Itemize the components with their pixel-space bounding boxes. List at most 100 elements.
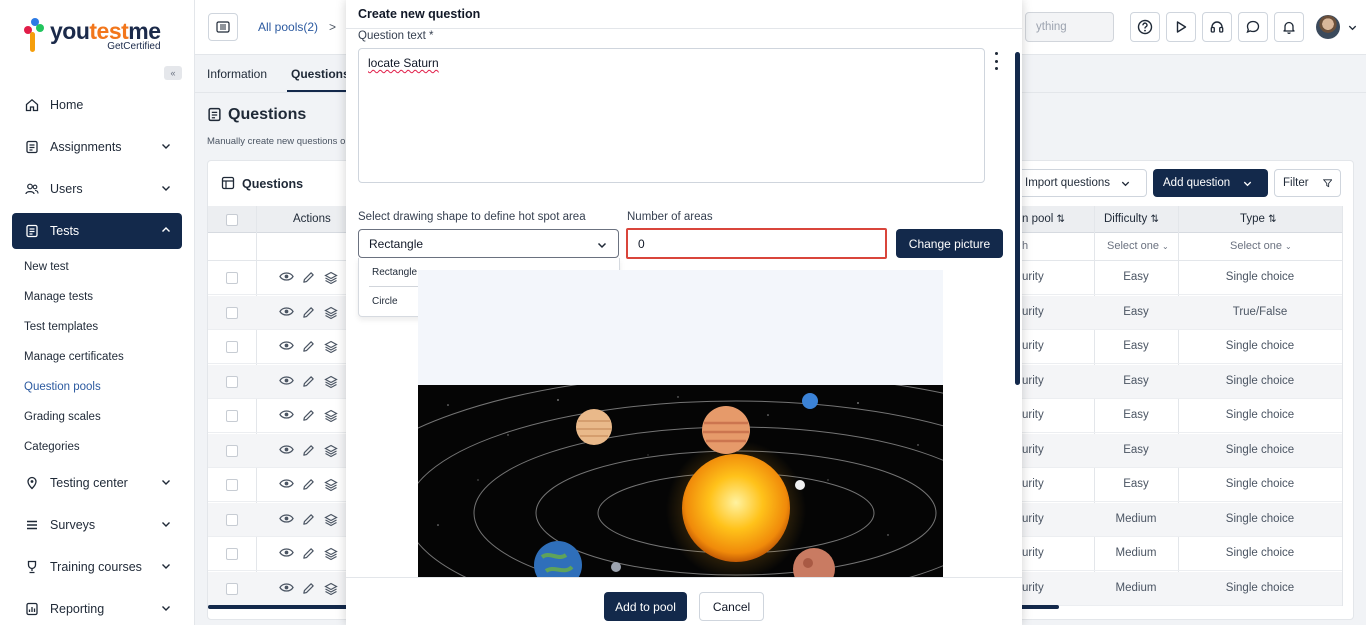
add-question-button[interactable]: Add question	[1153, 169, 1268, 197]
reporting-icon	[24, 601, 40, 617]
breadcrumb-all-pools[interactable]: All pools(2)	[258, 20, 318, 34]
avatar[interactable]	[1316, 15, 1340, 39]
pencil-icon[interactable]	[302, 478, 315, 494]
sidebar-item-surveys[interactable]: Surveys	[12, 507, 182, 543]
row-checkbox[interactable]	[226, 444, 238, 457]
row-checkbox[interactable]	[226, 341, 238, 353]
sidebar-item-training-courses[interactable]: Training courses	[12, 549, 182, 585]
pencil-icon[interactable]	[302, 409, 315, 425]
eye-icon[interactable]	[279, 375, 294, 389]
brand-logo[interactable]: youtestme GetCertified	[24, 18, 161, 58]
change-picture-button[interactable]: Change picture	[896, 229, 1003, 258]
row-checkbox[interactable]	[226, 272, 238, 284]
column-header-difficulty[interactable]: Difficulty ⇅	[1104, 213, 1159, 225]
chevron-down-icon	[162, 144, 170, 149]
layers-icon[interactable]	[324, 271, 338, 288]
bell-icon[interactable]	[1274, 12, 1304, 42]
layers-icon[interactable]	[324, 478, 338, 495]
row-checkbox[interactable]	[226, 479, 238, 491]
shape-option-rectangle[interactable]: Rectangle	[372, 267, 417, 278]
cell-difficulty: Easy	[1123, 409, 1149, 421]
layers-icon[interactable]	[324, 513, 338, 530]
sidebar-item-label: Surveys	[50, 518, 96, 532]
eye-icon[interactable]	[279, 547, 294, 561]
pencil-icon[interactable]	[302, 340, 315, 356]
sidebar-sub-manage-certificates[interactable]: Manage certificates	[24, 351, 124, 363]
layers-icon[interactable]	[324, 306, 338, 323]
shape-select-value: Rectangle	[369, 237, 424, 251]
tab-information[interactable]: Information	[207, 67, 267, 81]
layers-icon[interactable]	[324, 444, 338, 461]
double-chevron-left-icon[interactable]: «	[164, 66, 182, 80]
sidebar-item-users[interactable]: Users	[12, 171, 182, 207]
row-checkbox[interactable]	[226, 513, 238, 526]
cancel-button[interactable]: Cancel	[699, 592, 764, 621]
chat-icon[interactable]	[1238, 12, 1268, 42]
select-all-checkbox[interactable]	[226, 214, 238, 226]
layers-icon[interactable]	[324, 340, 338, 357]
pencil-icon[interactable]	[302, 513, 315, 529]
play-icon[interactable]	[1166, 12, 1196, 42]
shape-select[interactable]: Rectangle	[358, 229, 619, 258]
sidebar-sub-categories[interactable]: Categories	[24, 441, 80, 453]
eye-icon[interactable]	[279, 444, 294, 458]
eye-icon[interactable]	[279, 271, 294, 285]
type-filter-select[interactable]: Select one ⌄	[1230, 240, 1292, 252]
menu-toggle-icon[interactable]	[208, 13, 238, 41]
column-header-type[interactable]: Type ⇅	[1240, 213, 1277, 225]
help-icon[interactable]	[1130, 12, 1160, 42]
layers-icon[interactable]	[324, 375, 338, 392]
sidebar-item-testing-center[interactable]: Testing center	[12, 465, 182, 501]
sidebar-sub-new-test[interactable]: New test	[24, 261, 69, 273]
filter-button[interactable]: Filter	[1274, 169, 1341, 197]
number-of-areas-input[interactable]: 0	[626, 228, 887, 259]
eye-icon[interactable]	[279, 409, 294, 423]
cell-type: Single choice	[1225, 409, 1295, 421]
sidebar-sub-question-pools[interactable]: Question pools	[24, 381, 101, 393]
question-text-editor[interactable]: locate Saturn	[358, 48, 985, 183]
sidebar-sub-grading-scales[interactable]: Grading scales	[24, 411, 101, 423]
eye-icon[interactable]	[279, 340, 294, 354]
row-checkbox[interactable]	[226, 582, 238, 595]
sidebar-item-reporting[interactable]: Reporting	[12, 591, 182, 625]
pencil-icon[interactable]	[302, 306, 315, 322]
modal-scrollbar[interactable]	[1015, 52, 1020, 385]
sidebar-sub-test-templates[interactable]: Test templates	[24, 321, 98, 333]
cell-type: Single choice	[1225, 443, 1295, 456]
sidebar-sub-manage-tests[interactable]: Manage tests	[24, 291, 93, 303]
sidebar-item-tests[interactable]: Tests	[12, 213, 182, 249]
tab-questions[interactable]: Questions	[291, 67, 350, 81]
row-checkbox[interactable]	[226, 375, 238, 388]
column-divider	[1342, 206, 1343, 606]
cell-type: Single choice	[1225, 374, 1295, 387]
shape-option-circle[interactable]: Circle	[372, 296, 398, 307]
more-options-icon[interactable]	[991, 52, 1001, 70]
difficulty-filter-select[interactable]: Select one ⌄	[1107, 240, 1169, 252]
search-input[interactable]: ything	[1025, 12, 1114, 42]
pencil-icon[interactable]	[302, 582, 315, 598]
pencil-icon[interactable]	[302, 444, 315, 460]
eye-icon[interactable]	[279, 582, 294, 596]
pencil-icon[interactable]	[302, 547, 315, 563]
eye-icon[interactable]	[279, 513, 294, 527]
layers-icon[interactable]	[324, 547, 338, 564]
pool-filter-input[interactable]: h	[1022, 240, 1028, 252]
row-checkbox[interactable]	[226, 410, 238, 422]
hotspot-picture[interactable]	[418, 385, 943, 577]
pencil-icon[interactable]	[302, 375, 315, 391]
add-to-pool-button[interactable]: Add to pool	[604, 592, 687, 621]
chevron-down-icon	[1121, 181, 1130, 186]
import-questions-button[interactable]: Import questions	[1016, 169, 1147, 197]
headset-icon[interactable]	[1202, 12, 1232, 42]
layers-icon[interactable]	[324, 409, 338, 426]
sidebar-item-home[interactable]: Home	[12, 87, 182, 123]
row-checkbox[interactable]	[226, 306, 238, 319]
eye-icon[interactable]	[279, 478, 294, 492]
chevron-down-icon[interactable]	[1347, 22, 1358, 33]
layers-icon[interactable]	[324, 582, 338, 599]
column-header-pool[interactable]: n pool ⇅	[1022, 213, 1065, 225]
row-checkbox[interactable]	[226, 548, 238, 560]
sidebar-item-assignments[interactable]: Assignments	[12, 129, 182, 165]
pencil-icon[interactable]	[302, 271, 315, 287]
eye-icon[interactable]	[279, 306, 294, 320]
